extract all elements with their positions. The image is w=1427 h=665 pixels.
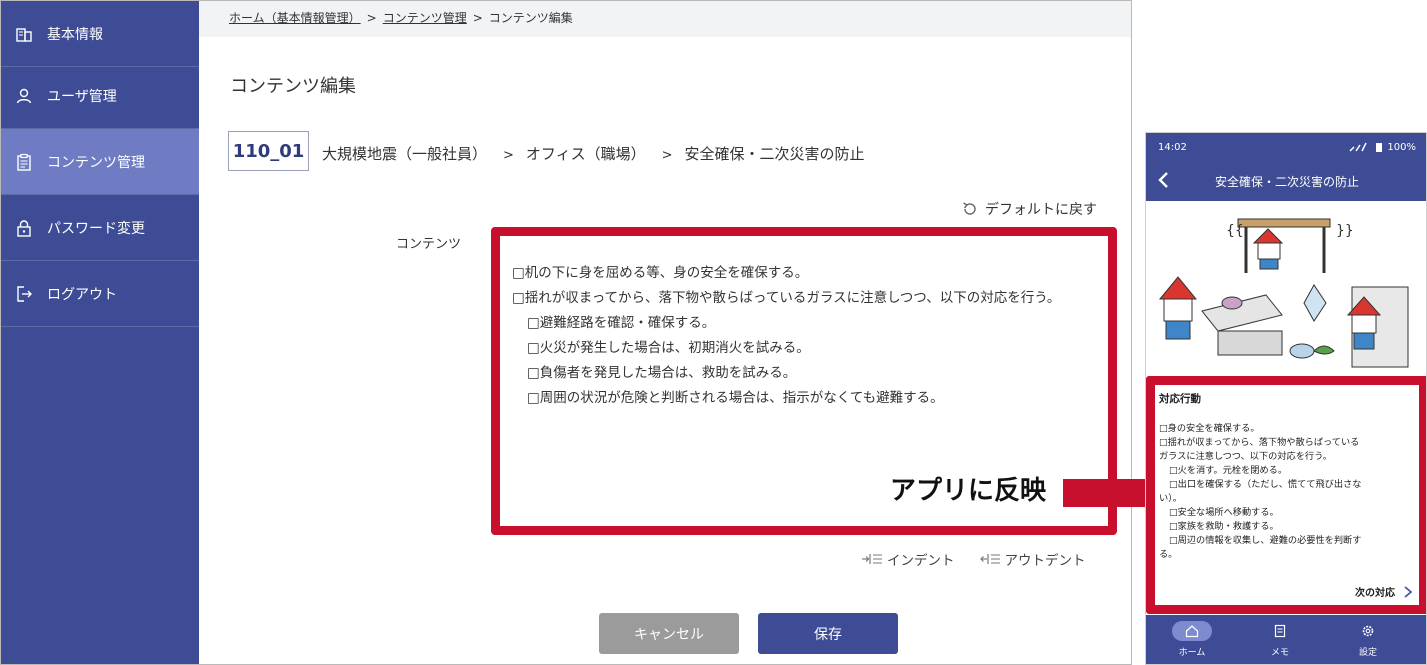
admin-window: 基本情報 ユーザ管理 コンテンツ管理 パスワード変更 ログアウト ホーム（基本情… (0, 0, 1132, 665)
breadcrumb-separator: > (472, 11, 483, 25)
home-icon-wrap (1172, 621, 1212, 641)
editor-line: □避難経路を確認・確保する。 (527, 315, 716, 331)
memo-icon (1274, 624, 1286, 638)
signal-icon (1349, 142, 1368, 152)
bottom-nav: ホーム メモ 設定 (1146, 615, 1426, 664)
gear-icon (1362, 625, 1374, 637)
building-icon (15, 25, 33, 43)
battery-level: 100% (1387, 141, 1416, 153)
lock-icon (15, 219, 33, 237)
reset-default-button[interactable]: デフォルトに戻す (961, 199, 1097, 219)
sidebar-item-label: ユーザ管理 (47, 88, 117, 105)
battery-icon (1376, 143, 1383, 152)
action-title: 対応行動 (1159, 393, 1201, 405)
next-action-link[interactable]: 次の対応 (1355, 584, 1413, 599)
editor-line: □周囲の状況が危険と判断される場合は、指示がなくても避難する。 (527, 390, 944, 406)
page-title: コンテンツ編集 (230, 76, 356, 97)
earthquake-illustration: {{ }} (1158, 218, 1409, 368)
main-content: ホーム（基本情報管理） > コンテンツ管理 > コンテンツ編集 コンテンツ編集 110_… (199, 1, 1131, 664)
sidebar-item-content-management[interactable]: コンテンツ管理 (1, 129, 199, 195)
phone-preview: 14:02 100% 安全確保・二次災害の防止 {{ }} 対応行動 □身の安全… (1145, 132, 1427, 665)
memo-icon-wrap (1260, 621, 1300, 641)
breadcrumb-separator: > (366, 11, 377, 25)
indent-label: インデント (887, 553, 955, 569)
content-path: 大規模地震（一般社員） > オフィス（職場） > 安全確保・二次災害の防止 (322, 143, 865, 164)
outdent-icon (979, 554, 1000, 564)
user-icon (15, 87, 33, 105)
indent-toolbar: インデント アウトデント (861, 549, 1086, 569)
status-indicators: 100% (1349, 142, 1416, 153)
undo-icon (963, 202, 976, 215)
chevron-right-icon (1404, 585, 1413, 598)
path-separator: > (503, 148, 514, 163)
action-line: ガラスに注意しつつ、以下の対応を行う。 (1159, 451, 1332, 462)
logout-icon (15, 285, 33, 303)
save-button[interactable]: 保存 (758, 613, 898, 654)
reset-default-label: デフォルトに戻す (985, 202, 1097, 218)
svg-text:{{: {{ (1226, 223, 1244, 239)
sidebar-item-basic-info[interactable]: 基本情報 (1, 1, 199, 67)
next-action-label: 次の対応 (1355, 588, 1395, 599)
editor-line: □負傷者を発見した場合は、救助を試みる。 (527, 365, 797, 381)
action-line: □身の安全を確保する。 (1159, 423, 1260, 434)
breadcrumb-current: コンテンツ編集 (488, 11, 573, 25)
status-bar: 14:02 100% (1146, 133, 1426, 161)
action-panel: 対応行動 □身の安全を確保する。 □揺れが収まってから、落下物や散らばっている … (1146, 376, 1426, 614)
app-header: 安全確保・二次災害の防止 (1146, 161, 1426, 201)
breadcrumb: ホーム（基本情報管理） > コンテンツ管理 > コンテンツ編集 (199, 1, 1131, 37)
content-field-label: コンテンツ (396, 237, 462, 252)
status-time: 14:02 (1158, 141, 1187, 153)
back-arrow-icon[interactable] (1156, 169, 1172, 191)
sidebar-item-logout[interactable]: ログアウト (1, 261, 199, 327)
outdent-label: アウトデント (1004, 553, 1086, 569)
home-icon (1185, 625, 1199, 638)
breadcrumb-link-home[interactable]: ホーム（基本情報管理） (229, 11, 361, 25)
sidebar-item-label: コンテンツ管理 (47, 154, 145, 171)
cancel-button[interactable]: キャンセル (599, 613, 739, 654)
path-category: 大規模地震（一般社員） (322, 145, 488, 163)
outdent-button[interactable]: アウトデント (979, 549, 1086, 569)
action-line: □出口を確保する（ただし、慌てて飛び出さな (1169, 479, 1362, 490)
indent-button[interactable]: インデント (861, 549, 955, 569)
action-line: □火を消す。元栓を閉める。 (1169, 465, 1288, 476)
action-line: □家族を救助・救護する。 (1169, 521, 1279, 532)
svg-text:}}: }} (1336, 223, 1354, 239)
action-line: □揺れが収まってから、落下物や散らばっている (1159, 437, 1360, 448)
indent-icon (862, 554, 882, 564)
sidebar-item-user-management[interactable]: ユーザ管理 (1, 63, 199, 129)
path-location: オフィス（職場） (525, 145, 646, 163)
tab-label: ホーム (1178, 648, 1206, 658)
path-separator: > (661, 148, 673, 163)
action-line: □周辺の情報を収集し、避難の必要性を判断す (1169, 535, 1362, 546)
tab-label: メモ (1270, 648, 1289, 658)
editor-line: □火災が発生した場合は、初期消火を試みる。 (527, 340, 810, 356)
clipboard-icon (15, 153, 33, 171)
content-id-badge: 110_01 (228, 131, 309, 171)
tab-home[interactable]: ホーム (1162, 621, 1222, 658)
tab-memo[interactable]: メモ (1250, 621, 1310, 658)
app-header-title: 安全確保・二次災害の防止 (1214, 174, 1359, 189)
editor-line: □机の下に身を屈める等、身の安全を確保する。 (512, 265, 809, 281)
tab-label: 設定 (1358, 648, 1377, 658)
action-line: □安全な場所へ移動する。 (1169, 507, 1279, 518)
action-line: い）。 (1159, 493, 1182, 504)
tab-settings[interactable]: 設定 (1338, 621, 1398, 658)
action-line: る。 (1159, 549, 1178, 560)
sidebar-item-password-change[interactable]: パスワード変更 (1, 195, 199, 261)
editor-line: □揺れが収まってから、落下物や散らばっているガラスに注意しつつ、以下の対応を行う… (512, 290, 1061, 306)
breadcrumb-link-content-management[interactable]: コンテンツ管理 (383, 11, 467, 25)
sidebar-item-label: パスワード変更 (47, 220, 145, 237)
sidebar-item-label: ログアウト (47, 286, 117, 303)
path-topic: 安全確保・二次災害の防止 (684, 145, 865, 163)
sidebar-item-label: 基本情報 (47, 26, 103, 43)
gear-icon-wrap (1348, 621, 1388, 641)
callout-label: アプリに反映 (890, 476, 1047, 506)
sidebar: 基本情報 ユーザ管理 コンテンツ管理 パスワード変更 ログアウト (1, 1, 199, 664)
